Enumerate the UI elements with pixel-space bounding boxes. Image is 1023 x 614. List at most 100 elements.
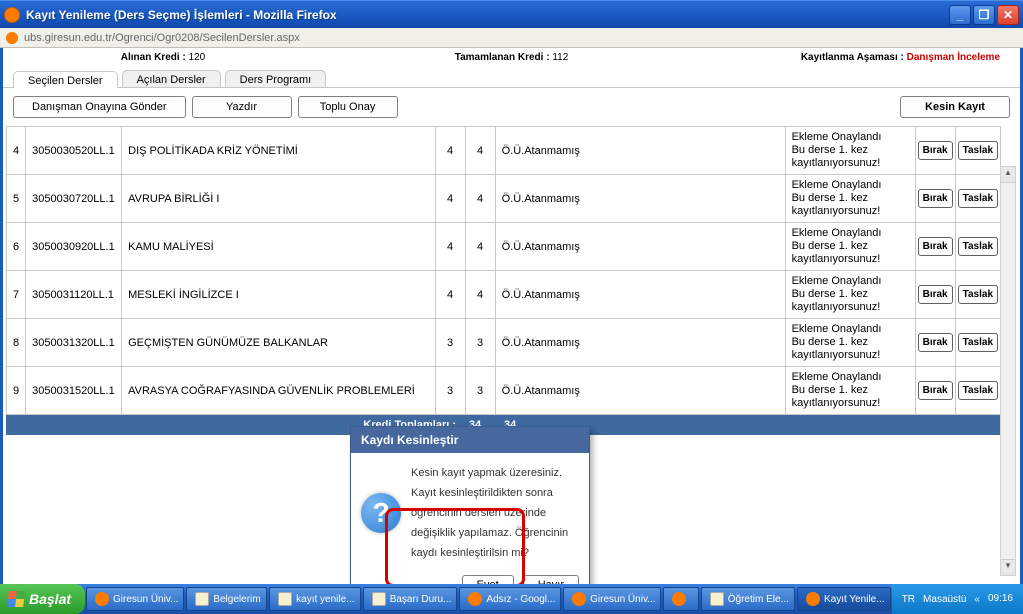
alinan-kredi-label: Alınan Kredi : bbox=[121, 52, 186, 63]
windows-icon bbox=[7, 591, 25, 607]
tab-ders-programi[interactable]: Ders Programı bbox=[225, 70, 327, 87]
tab-acilan-dersler[interactable]: Açılan Dersler bbox=[122, 70, 221, 87]
task-label: Adsız - Googl... bbox=[486, 594, 555, 605]
taskbar-item[interactable]: Kayıt Yenile... bbox=[797, 587, 891, 611]
row-index: 8 bbox=[7, 319, 26, 367]
taskbar-item[interactable]: Giresun Üniv... bbox=[86, 587, 184, 611]
course-name: AVRASYA COĞRAFYASINDA GÜVENLİK PROBLEMLE… bbox=[122, 367, 435, 415]
action-bar: Danışman Onayına Gönder Yazdır Toplu Ona… bbox=[3, 88, 1020, 126]
course-code: 3050031520LL.1 bbox=[26, 367, 122, 415]
instructor: Ö.Ü.Atanmamış bbox=[495, 127, 785, 175]
course-name: DIŞ POLİTİKADA KRİZ YÖNETİMİ bbox=[122, 127, 435, 175]
birak-button[interactable]: Bırak bbox=[918, 381, 953, 400]
confirm-dialog: Kaydı Kesinleştir ? Kesin kayıt yapmak ü… bbox=[350, 426, 590, 602]
kredi-2: 4 bbox=[465, 175, 495, 223]
taskbar-item[interactable] bbox=[663, 587, 698, 611]
kredi-1: 3 bbox=[435, 367, 465, 415]
minimize-button[interactable]: _ bbox=[949, 5, 971, 25]
taslak-button[interactable]: Taslak bbox=[958, 381, 998, 400]
course-code: 3050030720LL.1 bbox=[26, 175, 122, 223]
window-titlebar: Kayıt Yenileme (Ders Seçme) İşlemleri - … bbox=[0, 0, 1023, 28]
maximize-button[interactable]: ❐ bbox=[973, 5, 995, 25]
yazdir-button[interactable]: Yazdır bbox=[192, 96, 292, 118]
task-label: Öğretim Ele... bbox=[728, 594, 789, 605]
task-icon bbox=[95, 592, 109, 606]
birak-button[interactable]: Bırak bbox=[918, 189, 953, 208]
row-index: 4 bbox=[7, 127, 26, 175]
birak-button[interactable]: Bırak bbox=[918, 141, 953, 160]
clock: 09:16 bbox=[988, 594, 1013, 604]
table-row: 53050030720LL.1AVRUPA BİRLİĞİ I44Ö.Ü.Ata… bbox=[7, 175, 1001, 223]
task-label: Belgelerim bbox=[213, 594, 260, 605]
kredi-2: 3 bbox=[465, 367, 495, 415]
birak-button[interactable]: Bırak bbox=[918, 237, 953, 256]
taskbar-item[interactable]: Giresun Üniv... bbox=[563, 587, 661, 611]
taslak-button[interactable]: Taslak bbox=[958, 237, 998, 256]
kredi-1: 4 bbox=[435, 223, 465, 271]
kayitlanma-asama-label: Kayıtlanma Aşaması : bbox=[801, 52, 904, 63]
tamamlanan-kredi-value: 112 bbox=[552, 52, 568, 63]
taslak-button[interactable]: Taslak bbox=[958, 189, 998, 208]
task-icon bbox=[278, 592, 292, 606]
address-bar[interactable]: ubs.giresun.edu.tr/Ogrenci/Ogr0208/Secil… bbox=[0, 28, 1023, 48]
tamamlanan-kredi-label: Tamamlanan Kredi : bbox=[455, 52, 550, 63]
instructor: Ö.Ü.Atanmamış bbox=[495, 223, 785, 271]
site-icon bbox=[6, 32, 18, 44]
dialog-message: Kesin kayıt yapmak üzeresiniz. Kayıt kes… bbox=[411, 463, 579, 563]
kredi-2: 4 bbox=[465, 223, 495, 271]
tab-secilen-dersler[interactable]: Seçilen Dersler bbox=[13, 71, 118, 88]
taskbar-item[interactable]: Öğretim Ele... bbox=[701, 587, 795, 611]
kredi-1: 4 bbox=[435, 175, 465, 223]
course-name: KAMU MALİYESİ bbox=[122, 223, 435, 271]
alinan-kredi-value: 120 bbox=[189, 52, 206, 63]
kredi-1: 4 bbox=[435, 271, 465, 319]
scroll-down-icon[interactable]: ▾ bbox=[1001, 559, 1015, 575]
course-name: MESLEKİ İNGİLİZCE I bbox=[122, 271, 435, 319]
desktop-link[interactable]: Masaüstü bbox=[923, 594, 966, 605]
instructor: Ö.Ü.Atanmamış bbox=[495, 271, 785, 319]
window-title: Kayıt Yenileme (Ders Seçme) İşlemleri - … bbox=[26, 8, 947, 22]
task-label: Giresun Üniv... bbox=[590, 594, 655, 605]
close-button[interactable]: ✕ bbox=[997, 5, 1019, 25]
firefox-icon bbox=[4, 7, 20, 23]
taskbar-item[interactable]: Başarı Duru... bbox=[363, 587, 458, 611]
system-tray[interactable]: TR Masaüstü « 09:16 bbox=[892, 584, 1023, 614]
task-icon bbox=[372, 592, 386, 606]
row-index: 9 bbox=[7, 367, 26, 415]
danisman-onay-button[interactable]: Danışman Onayına Gönder bbox=[13, 96, 186, 118]
vertical-scrollbar[interactable]: ▴ ▾ bbox=[1000, 166, 1016, 576]
course-code: 3050030920LL.1 bbox=[26, 223, 122, 271]
course-code: 3050031120LL.1 bbox=[26, 271, 122, 319]
kredi-1: 3 bbox=[435, 319, 465, 367]
dialog-title: Kaydı Kesinleştir bbox=[351, 427, 589, 453]
kesin-kayit-button[interactable]: Kesin Kayıt bbox=[900, 96, 1010, 118]
kayitlanma-asama-value: Danışman İnceleme bbox=[907, 52, 1000, 63]
table-row: 93050031520LL.1AVRASYA COĞRAFYASINDA GÜV… bbox=[7, 367, 1001, 415]
birak-button[interactable]: Bırak bbox=[918, 333, 953, 352]
taskbar-item[interactable]: Belgelerim bbox=[186, 587, 267, 611]
birak-button[interactable]: Bırak bbox=[918, 285, 953, 304]
start-button[interactable]: Başlat bbox=[0, 584, 85, 614]
instructor: Ö.Ü.Atanmamış bbox=[495, 319, 785, 367]
taslak-button[interactable]: Taslak bbox=[958, 141, 998, 160]
toplu-onay-button[interactable]: Toplu Onay bbox=[298, 96, 398, 118]
task-icon bbox=[195, 592, 209, 606]
taslak-button[interactable]: Taslak bbox=[958, 285, 998, 304]
kredi-2: 4 bbox=[465, 271, 495, 319]
row-status: Ekleme OnaylandıBu derse 1. kez kayıtlan… bbox=[785, 367, 915, 415]
start-label: Başlat bbox=[29, 591, 71, 607]
row-index: 5 bbox=[7, 175, 26, 223]
table-row: 43050030520LL.1DIŞ POLİTİKADA KRİZ YÖNET… bbox=[7, 127, 1001, 175]
row-status: Ekleme OnaylandıBu derse 1. kez kayıtlan… bbox=[785, 271, 915, 319]
kredi-1: 4 bbox=[435, 127, 465, 175]
instructor: Ö.Ü.Atanmamış bbox=[495, 175, 785, 223]
row-status: Ekleme OnaylandıBu derse 1. kez kayıtlan… bbox=[785, 223, 915, 271]
course-name: GEÇMİŞTEN GÜNÜMÜZE BALKANLAR bbox=[122, 319, 435, 367]
lang-indicator[interactable]: TR bbox=[902, 594, 915, 605]
taskbar-item[interactable]: Adsız - Googl... bbox=[459, 587, 561, 611]
taskbar-item[interactable]: kayıt yenile... bbox=[269, 587, 361, 611]
table-row: 73050031120LL.1MESLEKİ İNGİLİZCE I44Ö.Ü.… bbox=[7, 271, 1001, 319]
row-status: Ekleme OnaylandıBu derse 1. kez kayıtlan… bbox=[785, 175, 915, 223]
taslak-button[interactable]: Taslak bbox=[958, 333, 998, 352]
scroll-up-icon[interactable]: ▴ bbox=[1001, 167, 1015, 183]
